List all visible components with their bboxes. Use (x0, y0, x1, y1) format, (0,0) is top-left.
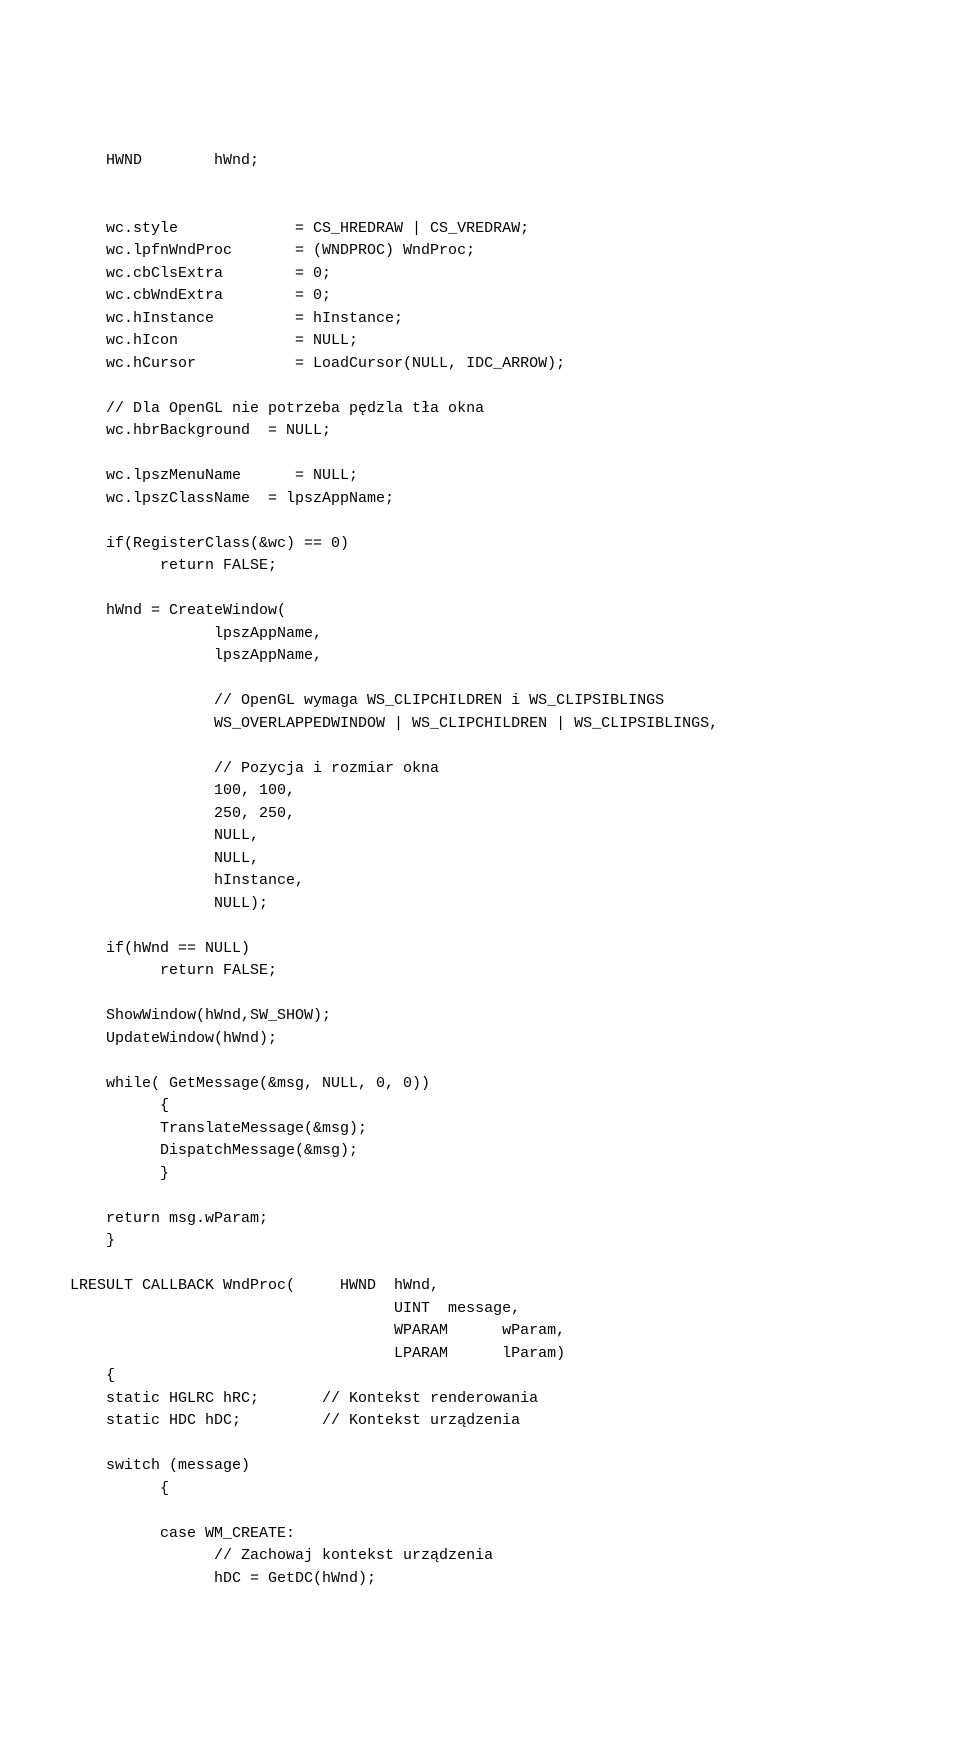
source-code-block: HWND hWnd; wc.style = CS_HREDRAW | CS_VR… (70, 150, 890, 1590)
